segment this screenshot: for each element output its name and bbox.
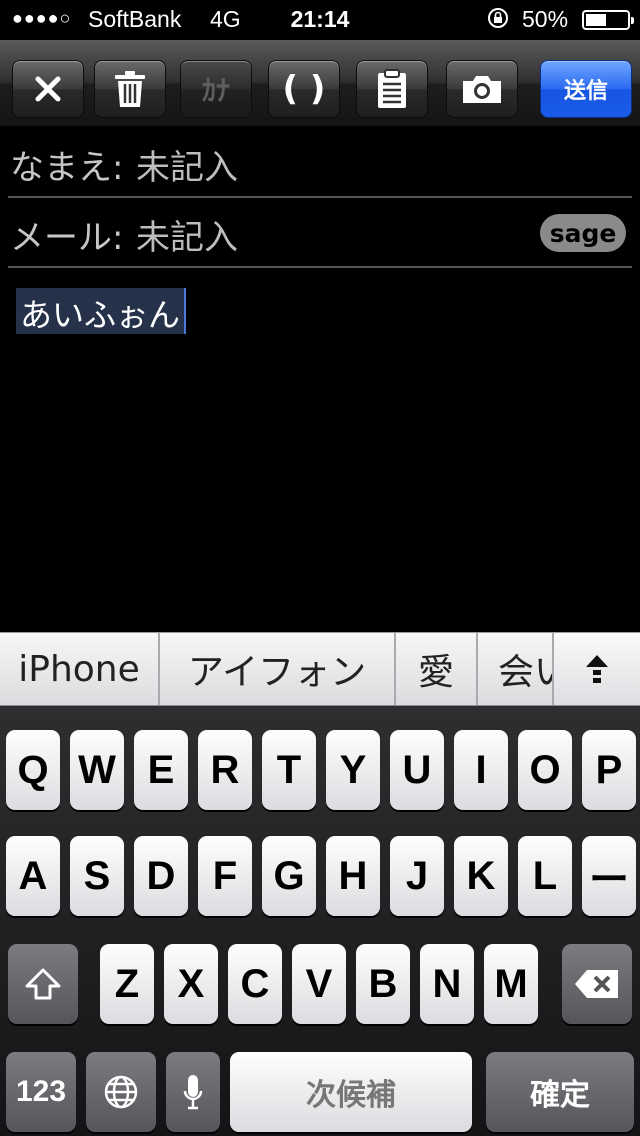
globe-key[interactable]: [86, 1052, 156, 1132]
key-m[interactable]: M: [484, 944, 538, 1024]
shift-icon: [25, 968, 61, 1000]
key-q[interactable]: Q: [6, 730, 60, 810]
key-k[interactable]: K: [454, 836, 508, 916]
key-v[interactable]: V: [292, 944, 346, 1024]
conversion-candidates-bar: iPhone アイフォン 愛 会い: [0, 632, 640, 706]
up-arrow-icon: [586, 655, 608, 683]
key-n[interactable]: N: [420, 944, 474, 1024]
close-icon: [35, 76, 61, 102]
key-o[interactable]: O: [518, 730, 572, 810]
key-t[interactable]: T: [262, 730, 316, 810]
name-field[interactable]: 未記入: [136, 140, 238, 189]
backspace-key[interactable]: [562, 944, 632, 1024]
send-button[interactable]: 送信: [540, 60, 632, 118]
key-g[interactable]: G: [262, 836, 316, 916]
key-x[interactable]: X: [164, 944, 218, 1024]
trash-icon: [115, 71, 145, 107]
camera-button[interactable]: [446, 60, 518, 118]
mail-label: メール:: [10, 218, 124, 258]
dictation-key[interactable]: [166, 1052, 220, 1132]
battery-percent: 50%: [522, 6, 569, 32]
name-row: なまえ: 未記入: [0, 128, 640, 198]
kana-label: ｶﾅ: [201, 74, 230, 107]
name-label: なまえ:: [10, 148, 124, 188]
shift-key[interactable]: [8, 944, 78, 1024]
rotation-lock-icon: [486, 6, 510, 36]
key-b[interactable]: B: [356, 944, 410, 1024]
key-a[interactable]: A: [6, 836, 60, 916]
clipboard-button[interactable]: [356, 60, 428, 118]
key-u[interactable]: U: [390, 730, 444, 810]
delete-button[interactable]: [94, 60, 166, 118]
key-h[interactable]: H: [326, 836, 380, 916]
mail-row: メール: 未記入 sage: [0, 198, 640, 268]
status-bar: ●●●●○ SoftBank 4G 21:14 50%: [0, 0, 640, 40]
key-p[interactable]: P: [582, 730, 636, 810]
key-r[interactable]: R: [198, 730, 252, 810]
microphone-icon: [183, 1075, 203, 1110]
key-c[interactable]: C: [228, 944, 282, 1024]
close-button[interactable]: [12, 60, 84, 118]
key-l[interactable]: L: [518, 836, 572, 916]
key-y[interactable]: Y: [326, 730, 380, 810]
confirm-key[interactable]: 確定: [486, 1052, 634, 1132]
key-i[interactable]: I: [454, 730, 508, 810]
send-label: 送信: [563, 79, 608, 104]
clipboard-icon: [378, 69, 406, 108]
key-d[interactable]: D: [134, 836, 188, 916]
numbers-key[interactable]: 123: [6, 1052, 76, 1132]
keyboard: QWERTYUIOP ASDFGHJKLー ZXCVBNM 123 次候補 確定: [0, 706, 640, 1136]
candidate-item[interactable]: アイフォン: [160, 633, 396, 705]
camera-icon: [463, 76, 501, 103]
battery-icon: [582, 10, 634, 30]
key-j[interactable]: J: [390, 836, 444, 916]
backspace-icon: [575, 970, 618, 998]
globe-icon: [104, 1075, 138, 1109]
parentheses-button[interactable]: ( ): [268, 60, 340, 118]
message-body-input[interactable]: あいふぉん: [16, 288, 187, 334]
key-e[interactable]: E: [134, 730, 188, 810]
mail-field[interactable]: 未記入: [136, 210, 238, 259]
key-s[interactable]: S: [70, 836, 124, 916]
candidate-item[interactable]: iPhone: [0, 633, 160, 705]
key-z[interactable]: Z: [100, 944, 154, 1024]
sage-toggle[interactable]: sage: [540, 214, 626, 252]
key-long-vowel[interactable]: ー: [582, 836, 636, 916]
kana-convert-button[interactable]: ｶﾅ: [180, 60, 252, 118]
battery-fill: [586, 14, 606, 26]
divider: [8, 266, 632, 268]
more-candidates-button[interactable]: [552, 633, 640, 705]
key-w[interactable]: W: [70, 730, 124, 810]
key-f[interactable]: F: [198, 836, 252, 916]
parentheses-label: ( ): [282, 69, 326, 109]
compose-toolbar: ｶﾅ ( ) 送信: [0, 40, 640, 128]
next-candidate-key[interactable]: 次候補: [230, 1052, 472, 1132]
candidate-item[interactable]: 愛: [396, 633, 478, 705]
